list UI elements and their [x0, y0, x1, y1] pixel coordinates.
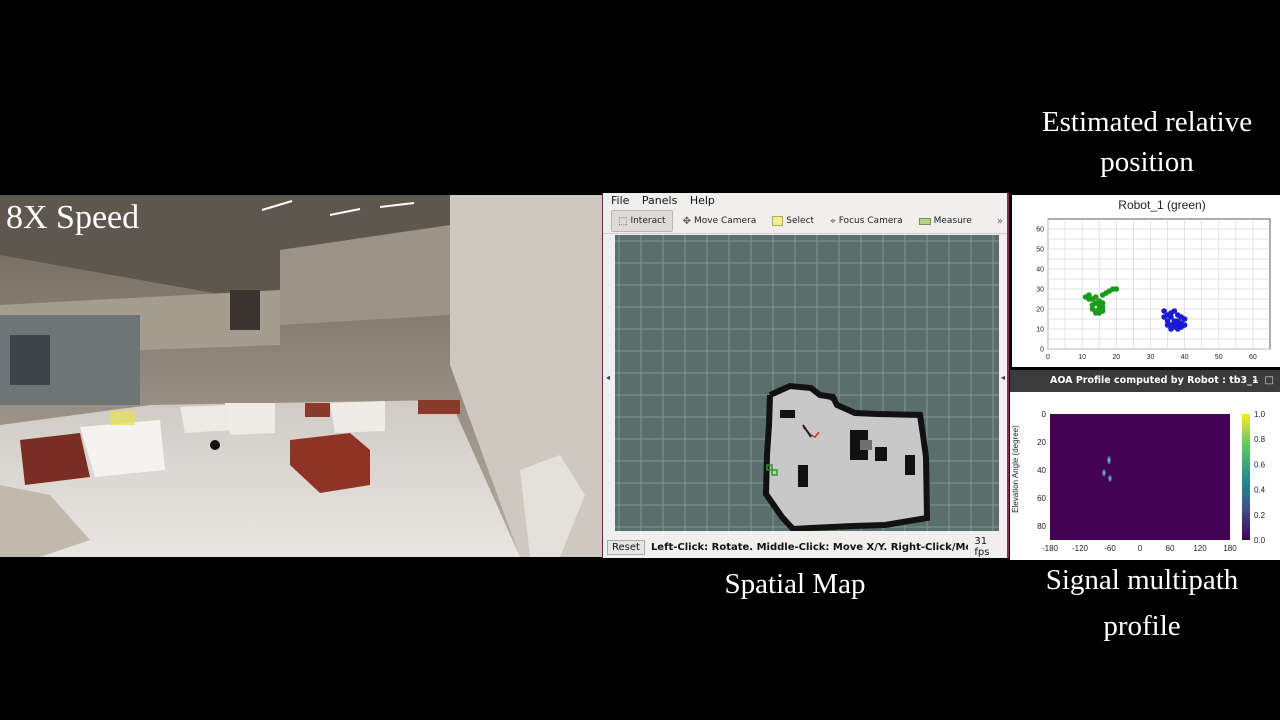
- colorbar-tick: 0.0: [1254, 536, 1266, 545]
- green-point: [1099, 304, 1106, 310]
- aoa-profile-window: AOA Profile computed by Robot : tb3_1 – …: [1010, 370, 1280, 560]
- aoa-y-tick: 20: [1037, 438, 1046, 447]
- colorbar-tick: 0.4: [1254, 486, 1266, 495]
- aoa-hotspot: [1107, 473, 1113, 483]
- mouse-hint-text: Left-Click: Rotate. Middle-Click: Move X…: [650, 541, 968, 553]
- aoa-y-tick: 80: [1037, 522, 1046, 531]
- x-tick-label: 20: [1112, 354, 1120, 361]
- minimize-icon[interactable]: –: [1253, 375, 1258, 386]
- move-camera-icon: ✥: [682, 215, 691, 227]
- blue-point: [1171, 320, 1178, 326]
- tool-move-camera-label: Move Camera: [693, 216, 757, 226]
- blue-point: [1178, 314, 1184, 320]
- signal-profile-caption: Signal multipath profile: [1008, 558, 1276, 648]
- spatial-map-caption: Spatial Map: [724, 568, 866, 600]
- rviz-window: File Panels Help ⬚ Interact ✥ Move Camer…: [602, 193, 1009, 558]
- signal-caption-line2: profile: [1103, 610, 1181, 642]
- y-tick-label: 30: [1036, 287, 1044, 294]
- tool-measure-label: Measure: [933, 216, 972, 226]
- tool-bar: ⬚ Interact ✥ Move Camera Select ⌖ Focus …: [603, 209, 1007, 234]
- aoa-x-tick: 120: [1193, 544, 1207, 553]
- x-tick-label: 60: [1249, 354, 1257, 361]
- camera-scene: [0, 195, 602, 557]
- aoa-x-tick: 60: [1166, 544, 1175, 553]
- x-tick-label: 30: [1147, 354, 1155, 361]
- blue-point: [1164, 322, 1171, 328]
- estimated-caption-line1: Estimated relative: [1041, 106, 1253, 138]
- signal-caption-line1: Signal multipath: [1045, 564, 1239, 596]
- right-panel-collapse-icon[interactable]: ◂: [1001, 373, 1005, 382]
- maximize-icon[interactable]: □: [1265, 375, 1274, 386]
- window-controls: – □: [1253, 370, 1274, 392]
- green-point: [1113, 286, 1120, 292]
- menu-panels[interactable]: Panels: [642, 194, 677, 207]
- green-point: [1086, 296, 1092, 302]
- y-tick-label: 50: [1036, 247, 1044, 254]
- aoa-x-tick: -180: [1042, 544, 1059, 553]
- status-bar: Reset Left-Click: Rotate. Middle-Click: …: [603, 536, 1007, 558]
- speed-overlay: 8X Speed: [6, 199, 140, 236]
- fps-counter: 31 fps: [974, 536, 990, 558]
- aoa-hotspot: [1101, 468, 1107, 478]
- tool-interact[interactable]: ⬚ Interact: [611, 210, 673, 232]
- aoa-hotspot: [1106, 454, 1112, 466]
- aoa-x-tick: -60: [1104, 544, 1116, 553]
- x-tick-label: 40: [1181, 354, 1189, 361]
- blue-point: [1181, 322, 1188, 328]
- menu-help[interactable]: Help: [690, 194, 715, 207]
- toolbar-overflow-icon[interactable]: »: [997, 216, 1003, 227]
- estimated-caption-line2: position: [1100, 146, 1194, 178]
- focus-camera-icon: ⌖: [830, 215, 836, 227]
- occupancy-map: [615, 235, 999, 533]
- blue-point: [1161, 314, 1167, 320]
- x-tick-label: 0: [1046, 354, 1050, 361]
- aoa-x-tick: 180: [1223, 544, 1237, 553]
- reset-button[interactable]: Reset: [607, 539, 645, 555]
- green-point: [1096, 310, 1103, 316]
- tool-interact-label: Interact: [630, 216, 666, 226]
- scatter-chart: Robot_1 (green) 0 10 20 30 40 50 60 0 10 20 30 40 50…: [1036, 198, 1271, 361]
- colorbar: [1242, 414, 1250, 540]
- aoa-ylabel: Elevation Angle (degree): [1011, 425, 1020, 513]
- measure-icon: [918, 217, 931, 225]
- heatmap-area: [1050, 414, 1230, 540]
- colorbar-tick: 0.2: [1254, 511, 1266, 520]
- scatter-title: Robot_1 (green): [1118, 198, 1205, 212]
- y-tick-label: 40: [1036, 267, 1044, 274]
- aoa-window-titlebar: AOA Profile computed by Robot : tb3_1 – …: [1010, 370, 1280, 392]
- scatter-plot-area: [1047, 218, 1271, 350]
- aoa-x-tick: -120: [1072, 544, 1089, 553]
- relative-position-plot: Robot_1 (green) 0 10 20 30 40 50 60 0 10 20 30 40 50…: [1012, 195, 1280, 367]
- aoa-x-tick: 0: [1138, 544, 1143, 553]
- left-panel-collapse-icon[interactable]: ◂: [606, 373, 610, 382]
- tool-select[interactable]: Select: [766, 211, 820, 231]
- rviz-3d-viewport[interactable]: [615, 235, 999, 533]
- x-tick-label: 10: [1078, 354, 1086, 361]
- y-tick-label: 10: [1036, 327, 1044, 334]
- tool-focus-camera-label: Focus Camera: [838, 216, 903, 226]
- aoa-y-tick: 60: [1037, 494, 1046, 503]
- camera-view: [0, 195, 602, 557]
- menu-bar: File Panels Help: [603, 193, 1007, 209]
- colorbar-tick: 0.6: [1254, 460, 1266, 469]
- aoa-y-tick: 40: [1037, 466, 1046, 475]
- colorbar-tick: 1.0: [1254, 410, 1266, 419]
- menu-file[interactable]: File: [611, 194, 629, 207]
- y-tick-label: 60: [1036, 227, 1044, 234]
- aoa-y-tick: 0: [1042, 410, 1047, 419]
- estimated-position-caption: Estimated relative position: [1014, 100, 1280, 184]
- y-tick-label: 0: [1040, 347, 1044, 354]
- tool-select-label: Select: [786, 216, 815, 226]
- aoa-heatmap-chart: Elevation Angle (degree) -180 -120 -60 0 60 1…: [1011, 410, 1266, 553]
- select-icon: [772, 216, 784, 226]
- tool-measure[interactable]: Measure: [913, 211, 978, 231]
- colorbar-tick: 0.8: [1254, 435, 1266, 444]
- interact-icon: ⬚: [618, 215, 628, 227]
- aoa-window-title: AOA Profile computed by Robot : tb3_1: [1050, 375, 1259, 386]
- y-tick-label: 20: [1036, 307, 1044, 314]
- x-tick-label: 50: [1215, 354, 1223, 361]
- tool-focus-camera[interactable]: ⌖ Focus Camera: [824, 211, 909, 231]
- tool-move-camera[interactable]: ✥ Move Camera: [677, 211, 763, 231]
